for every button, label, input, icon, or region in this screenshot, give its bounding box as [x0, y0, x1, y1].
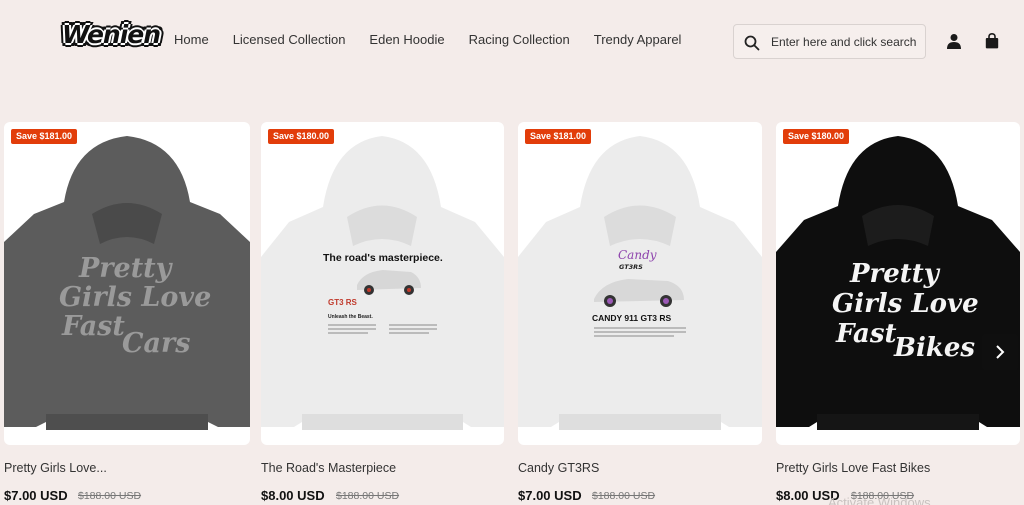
print-sub: Unleash the Beast.: [328, 314, 373, 320]
product-image-hoodie[interactable]: Pretty Girls Love Fast Bikes: [776, 122, 1020, 445]
print-line-1: Pretty: [849, 259, 941, 289]
product-compare-price: $188.00 USD: [336, 490, 400, 502]
product-title[interactable]: Pretty Girls Love...: [4, 461, 107, 475]
product-image-hoodie[interactable]: Pretty Girls Love Fast Cars: [4, 122, 250, 445]
search-input[interactable]: [771, 34, 921, 50]
print-line-2: Girls Love: [832, 289, 979, 319]
product-card[interactable]: Save $181.00 Candy GT3RS CANDY 911 GT3 R…: [518, 122, 762, 445]
product-compare-price: $188.00 USD: [78, 490, 142, 502]
nav-trendy-apparel[interactable]: Trendy Apparel: [594, 32, 682, 47]
product-image-hoodie[interactable]: Candy GT3RS CANDY 911 GT3 RS: [518, 122, 762, 445]
account-icon[interactable]: [946, 33, 962, 49]
product-title[interactable]: The Road's Masterpiece: [261, 461, 396, 475]
site-header: Wenien Home Licensed Collection Eden Hoo…: [0, 0, 1024, 82]
print-line-3: Fast: [835, 319, 897, 349]
print-heading: The road's masterpiece.: [323, 252, 443, 264]
nav-eden-hoodie[interactable]: Eden Hoodie: [369, 32, 444, 47]
save-badge: Save $180.00: [783, 129, 850, 144]
product-title[interactable]: Pretty Girls Love Fast Bikes: [776, 461, 930, 475]
product-compare-price: $188.00 USD: [592, 490, 656, 502]
product-card[interactable]: Save $181.00 Pretty Girls Love Fast Cars: [4, 122, 250, 445]
product-price: $8.00 USD: [261, 488, 325, 503]
print-line-4: Bikes: [893, 333, 975, 363]
print-model: CANDY 911 GT3 RS: [592, 313, 672, 323]
activation-watermark: Activate Windows: [828, 495, 931, 505]
product-image-hoodie[interactable]: The road's masterpiece. GT3 RS Unleash t…: [261, 122, 504, 445]
product-price: $7.00 USD: [4, 488, 68, 503]
nav-racing-collection[interactable]: Racing Collection: [469, 32, 570, 47]
print-line-1: Pretty: [78, 253, 174, 284]
product-title[interactable]: Candy GT3RS: [518, 461, 599, 475]
print-line-3: Fast: [61, 311, 125, 342]
product-card[interactable]: Save $180.00 The road's masterpiece. GT3…: [261, 122, 504, 445]
carousel-next-button[interactable]: [982, 334, 1018, 370]
search-box[interactable]: [733, 24, 926, 59]
print-line-4: Cars: [122, 328, 190, 359]
logo-text: Wenien: [62, 20, 161, 49]
main-nav: Home Licensed Collection Eden Hoodie Rac…: [174, 32, 681, 47]
print-model: GT3 RS: [328, 298, 358, 307]
product-card[interactable]: Save $180.00 Pretty Girls Love Fast Bike…: [776, 122, 1020, 445]
nav-licensed-collection[interactable]: Licensed Collection: [233, 32, 346, 47]
logo[interactable]: Wenien: [58, 18, 161, 54]
save-badge: Save $181.00: [11, 129, 78, 144]
print-script: Candy: [618, 248, 657, 262]
save-badge: Save $180.00: [268, 129, 335, 144]
nav-home[interactable]: Home: [174, 32, 209, 47]
product-price: $7.00 USD: [518, 488, 582, 503]
cart-bag-icon[interactable]: [985, 33, 999, 49]
print-line-2: Girls Love: [59, 282, 211, 313]
search-icon[interactable]: [744, 35, 760, 51]
print-script-2: GT3RS: [619, 263, 643, 271]
chevron-right-icon: [996, 345, 1005, 359]
save-badge: Save $181.00: [525, 129, 592, 144]
